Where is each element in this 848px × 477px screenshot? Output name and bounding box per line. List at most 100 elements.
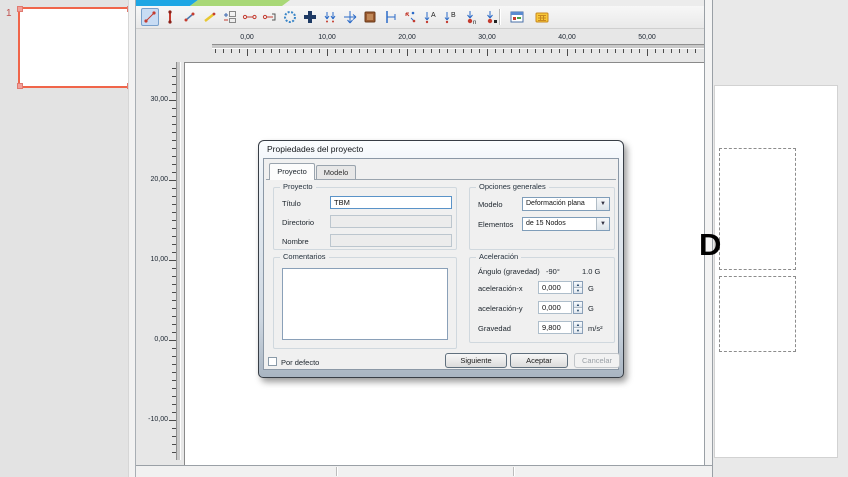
tab-modelo[interactable]: Modelo — [316, 165, 356, 180]
accel-x-input[interactable]: 0,000 — [538, 281, 572, 294]
ruler-tick — [172, 452, 176, 453]
prescribed-displacement-icon[interactable] — [381, 8, 399, 26]
distributed-load-a-icon[interactable] — [321, 8, 339, 26]
ruler-label: 40,00 — [552, 34, 582, 41]
dialog-client-area: Proyecto Modelo Proyecto Título TBM Dire… — [263, 158, 619, 370]
ruler-tick — [172, 356, 176, 357]
slide-thumbnail-panel: 1 — [0, 0, 128, 477]
ruler-tick — [319, 49, 320, 53]
slide-page — [714, 85, 838, 458]
material-sets-icon[interactable] — [361, 8, 379, 26]
ruler-tick — [599, 49, 600, 53]
chevron-down-icon[interactable]: ▼ — [596, 218, 609, 230]
ruler-tick — [247, 49, 248, 56]
status-bar-divider — [336, 467, 338, 476]
content-placeholder[interactable] — [719, 148, 796, 270]
point-load-icon[interactable] — [401, 8, 419, 26]
ruler-tick — [255, 49, 256, 53]
accel-x-label: aceleración-x — [478, 284, 523, 293]
accel-y-input[interactable]: 0,000 — [538, 301, 572, 314]
ruler-tick — [631, 49, 632, 53]
accel-x-spinner: ▲ ▼ — [573, 281, 583, 294]
ruler-label: 0,00 — [138, 336, 168, 343]
ruler-tick — [223, 49, 224, 53]
siguiente-button[interactable]: Siguiente — [445, 353, 507, 368]
ruler-tick — [172, 348, 176, 349]
ruler-tick — [172, 372, 176, 373]
spin-down-button[interactable]: ▼ — [574, 327, 582, 333]
ruler-tick — [351, 49, 352, 53]
titulo-input[interactable]: TBM — [330, 196, 452, 209]
ruler-tick — [663, 49, 664, 53]
ruler-label: 10,00 — [312, 34, 342, 41]
ruler-tick — [172, 388, 176, 389]
ruler-tick — [172, 68, 176, 69]
ruler-tick — [172, 396, 176, 397]
plate-icon[interactable] — [181, 8, 199, 26]
output-window-icon[interactable] — [508, 8, 526, 26]
ruler-tick — [263, 49, 264, 53]
content-placeholder[interactable] — [719, 276, 796, 352]
ruler-tick — [407, 49, 408, 56]
modelo-label: Modelo — [478, 200, 503, 209]
tunnel-designer-icon[interactable] — [281, 8, 299, 26]
aceptar-button[interactable]: Aceptar — [510, 353, 568, 368]
node-to-node-anchor-icon[interactable] — [241, 8, 259, 26]
gravity-input[interactable]: 9,800 — [538, 321, 572, 334]
ruler-tick — [343, 49, 344, 53]
selection-tool-icon[interactable] — [141, 8, 159, 26]
slide-letter: D — [699, 227, 721, 263]
ruler-tick — [172, 124, 176, 125]
gravity-unit: m/s² — [588, 324, 603, 333]
ruler-tick — [399, 49, 400, 53]
chevron-down-icon[interactable]: ▼ — [596, 198, 609, 210]
ruler-tick — [169, 260, 176, 261]
ruler-tick — [172, 228, 176, 229]
modelo-dropdown[interactable]: Deformación plana ▼ — [522, 197, 610, 211]
load-system-a-icon[interactable]: A — [421, 8, 439, 26]
toolbar: ABn — [136, 6, 712, 29]
ruler-tick — [172, 252, 176, 253]
ruler-tick — [439, 49, 440, 53]
nombre-input — [330, 234, 452, 247]
acceleration-legend: Aceleración — [476, 252, 521, 261]
default-checkbox[interactable] — [268, 357, 277, 366]
load-system-b-icon[interactable]: B — [441, 8, 459, 26]
elementos-dropdown[interactable]: de 15 Nodos ▼ — [522, 217, 610, 231]
point-load-a-icon[interactable]: n — [461, 8, 479, 26]
generate-mesh-icon[interactable] — [533, 8, 551, 26]
accel-y-spinner: ▲ ▼ — [573, 301, 583, 314]
ruler-tick — [172, 292, 176, 293]
ruler-tick — [583, 49, 584, 53]
directorio-label: Directorio — [282, 218, 314, 227]
comments-textarea[interactable] — [282, 268, 448, 340]
distributed-load-b-icon[interactable] — [341, 8, 359, 26]
geometry-line-icon[interactable] — [161, 8, 179, 26]
ruler-tick — [172, 212, 176, 213]
standard-fixities-icon[interactable] — [301, 8, 319, 26]
ruler-tick — [231, 49, 232, 53]
point-load-b-icon[interactable] — [481, 8, 499, 26]
ruler-tick — [359, 49, 360, 53]
tab-proyecto[interactable]: Proyecto — [269, 163, 315, 180]
ruler-label: 0,00 — [232, 34, 262, 41]
ruler-tick — [519, 49, 520, 53]
ruler-tick — [479, 49, 480, 53]
interface-icon[interactable] — [221, 8, 239, 26]
spin-down-button[interactable]: ▼ — [574, 287, 582, 293]
fixed-end-anchor-icon[interactable] — [261, 8, 279, 26]
selection-handle[interactable] — [17, 83, 23, 89]
slide-thumbnail[interactable] — [18, 7, 132, 88]
ruler-tick — [287, 49, 288, 53]
ruler-tick — [463, 49, 464, 53]
gravity-spinner: ▲ ▼ — [573, 321, 583, 334]
ruler-tick — [655, 49, 656, 53]
ruler-tick — [575, 49, 576, 53]
ruler-tick — [695, 49, 696, 53]
geogrid-icon[interactable] — [201, 8, 219, 26]
ruler-tick — [471, 49, 472, 53]
dialog-title[interactable]: Propiedades del proyecto — [267, 144, 363, 154]
selection-handle[interactable] — [17, 6, 23, 12]
spin-down-button[interactable]: ▼ — [574, 307, 582, 313]
ruler-tick — [172, 404, 176, 405]
